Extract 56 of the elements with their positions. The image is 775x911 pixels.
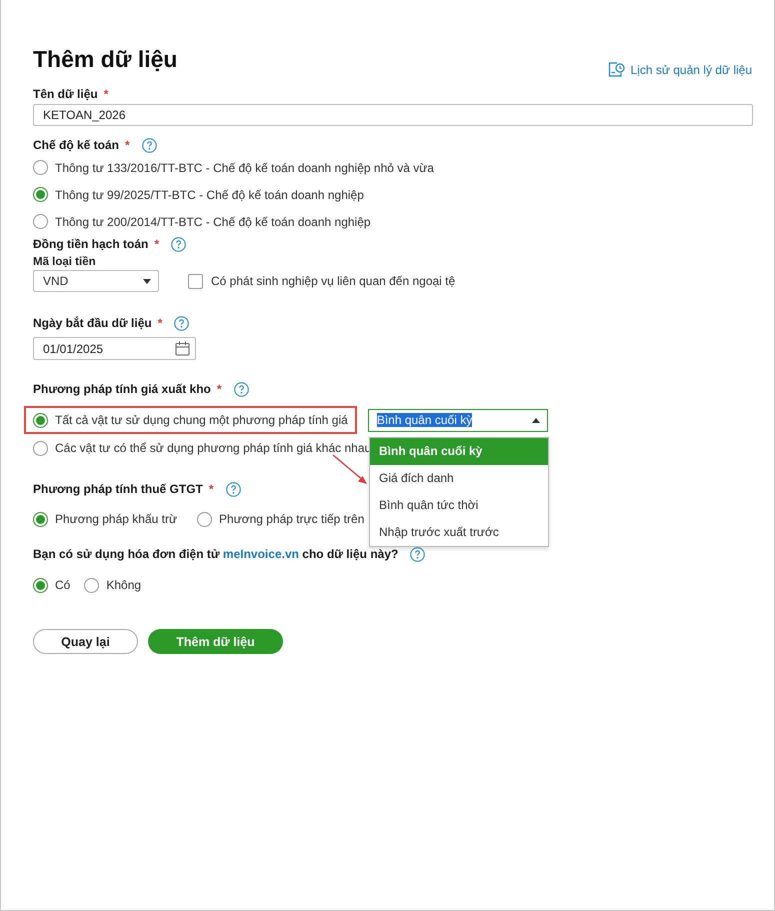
radio-button[interactable] (33, 160, 48, 175)
field-label: Ngày bắt đầu dữ liệu (33, 316, 152, 330)
help-icon[interactable] (174, 316, 190, 330)
name-field[interactable]: KETOAN_2026 (33, 104, 753, 126)
radio-label: Không (106, 578, 142, 592)
help-icon[interactable] (234, 382, 249, 396)
radio-label: Thông tư 200/2014/TT-BTC - Chế độ kế toán doanh nghiệp (55, 214, 371, 228)
field-label: Phương pháp tính giá xuất kho (33, 382, 211, 396)
field-label: Phương pháp tính thuế GTGT (33, 482, 203, 496)
help-icon[interactable] (226, 482, 241, 496)
question-text: Bạn có sử dụng hóa đơn điện tử meInvoice.vn cho dữ liệu này? (33, 547, 398, 561)
caret-icon (532, 418, 540, 422)
back-button[interactable]: Quay lại (33, 629, 138, 654)
required-mark: * (158, 316, 162, 330)
field-label: Tên dữ liệu (33, 87, 98, 101)
radio-button[interactable] (33, 187, 48, 202)
field-label: Đồng tiền hạch toán (33, 237, 148, 251)
required-mark: * (208, 482, 214, 496)
page-title: Thêm dữ liệu (33, 45, 178, 74)
history-link[interactable]: Lịch sử quản lý dữ liệu (608, 62, 752, 77)
currency-select[interactable]: VND (33, 270, 159, 292)
radio-label: Phương pháp trực tiếp trên (219, 512, 364, 526)
calendar-icon (175, 341, 190, 356)
history-icon (608, 62, 625, 77)
dropdown-option[interactable]: Nhập trước xuất trước (370, 519, 548, 546)
date-field[interactable]: 01/01/2025 (33, 337, 196, 360)
radio-button[interactable] (33, 578, 48, 592)
radio-label: Tất cả vật tư sử dụng chung một phương pháp tính giá (55, 413, 348, 427)
radio-button[interactable] (84, 578, 100, 592)
dropdown-option[interactable]: Bình quân tức thời (370, 492, 548, 519)
required-mark: * (216, 382, 222, 396)
field-label: Chế độ kế toán (33, 138, 120, 152)
radio-button[interactable] (33, 440, 48, 456)
invoice-link[interactable]: meInvoice.vn (222, 547, 299, 561)
radio-label: Phương pháp khấu trừ (55, 512, 178, 526)
radio-label: Thông tư 99/2025/TT-BTC - Chế độ kế toán doanh nghiệp (55, 188, 364, 202)
radio-label: Thông tư 133/2016/TT-BTC - Chế độ kế toán doanh nghiệp nhỏ và vừa (55, 160, 434, 174)
field-label: Mã loại tiền (33, 256, 96, 268)
help-icon[interactable] (410, 546, 426, 562)
dropdown-option[interactable]: Giá đích danh (370, 465, 548, 492)
radio-button[interactable] (33, 512, 48, 526)
caret-icon (143, 278, 151, 284)
required-mark: * (125, 138, 130, 152)
help-icon[interactable] (171, 236, 186, 252)
radio-button[interactable] (33, 214, 48, 229)
dropdown-option[interactable]: Bình quân cuối kỳ (370, 438, 548, 465)
checkbox[interactable] (188, 274, 203, 288)
radio-button[interactable] (33, 412, 48, 428)
required-mark: * (154, 237, 160, 251)
help-icon[interactable] (142, 138, 157, 152)
add-data-button[interactable]: Thêm dữ liệu (148, 629, 283, 654)
checkbox-label: Có phát sinh nghiệp vụ liên quan đến ngoại tệ (211, 274, 456, 288)
radio-label: Có (55, 578, 70, 592)
method-select[interactable]: Bình quân cuối kỳ (368, 408, 548, 432)
required-mark: * (104, 87, 108, 101)
radio-button[interactable] (197, 512, 212, 526)
